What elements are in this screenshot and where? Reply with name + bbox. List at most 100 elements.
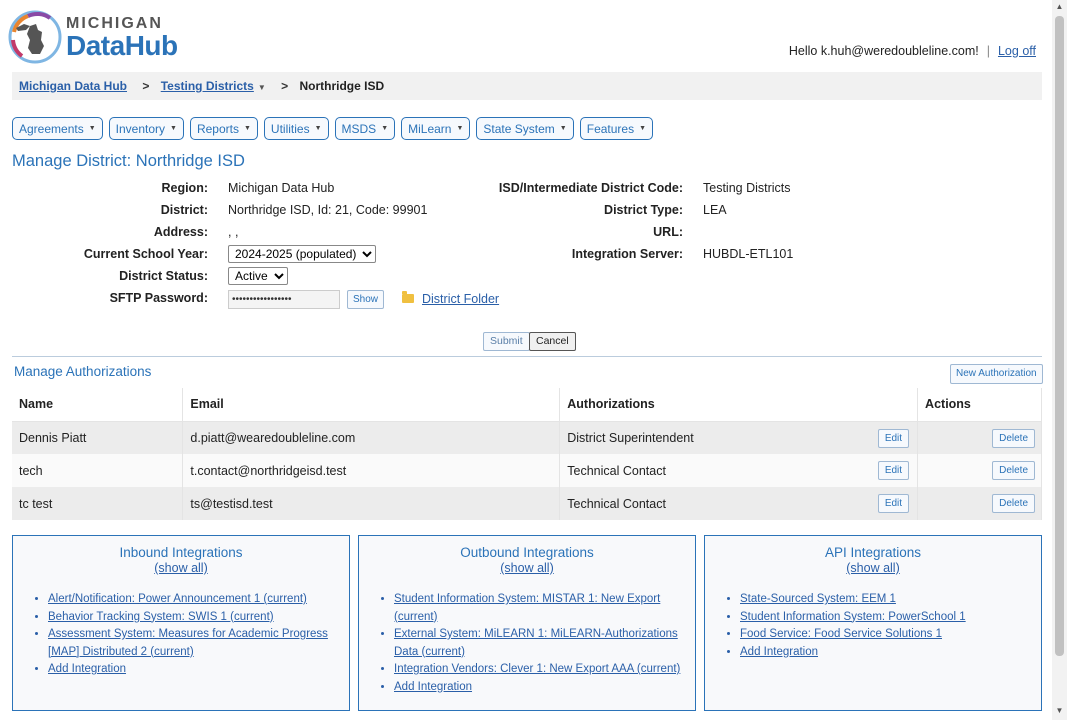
scrollbar-thumb[interactable] — [1055, 16, 1064, 656]
chevron-down-icon: ▼ — [314, 125, 322, 132]
district-form: Region: Michigan Data Hub ISD/Intermedia… — [0, 178, 1052, 310]
chevron-down-icon[interactable]: ▼ — [258, 83, 266, 92]
chevron-down-icon: ▼ — [639, 125, 647, 132]
list-item: State-Sourced System: EEM 1 — [740, 591, 1041, 609]
submit-button[interactable]: Submit — [483, 332, 530, 351]
cell-actions: Delete — [917, 487, 1042, 520]
michigan-map-icon — [8, 10, 62, 64]
form-row-district: District: Northridge ISD, Id: 21, Code: … — [0, 200, 1052, 220]
outbound-integrations-title: Outbound Integrations — [460, 545, 594, 560]
cell-authorizations: Technical Contact Edit — [559, 454, 919, 487]
integration-panels: Inbound Integrations (show all) Alert/No… — [12, 535, 1042, 711]
integration-link[interactable]: Behavior Tracking System: SWIS 1 (curren… — [48, 611, 274, 623]
menu-state-system[interactable]: State System ▼ — [476, 117, 574, 140]
api-integrations-list: State-Sourced System: EEM 1 Student Info… — [705, 591, 1041, 661]
column-header-authorizations: Authorizations — [559, 388, 919, 422]
outbound-show-all-link[interactable]: (show all) — [359, 561, 695, 575]
edit-button[interactable]: Edit — [877, 428, 910, 448]
authorization-text: District Superintendent — [567, 430, 694, 445]
inbound-integrations-title: Inbound Integrations — [119, 545, 243, 560]
edit-button[interactable]: Edit — [877, 494, 910, 513]
greeting-text: Hello k.huh@weredoubleline.com! — [788, 44, 979, 58]
menu-label: Features — [586, 121, 635, 136]
chevron-down-icon: ▼ — [381, 125, 389, 132]
isd-label: ISD/Intermediate District Code: — [498, 181, 683, 195]
district-folder-link[interactable]: District Folder — [422, 292, 499, 306]
column-header-email: Email — [182, 388, 561, 422]
form-row-region: Region: Michigan Data Hub ISD/Intermedia… — [0, 178, 1052, 198]
url-label: URL: — [653, 225, 683, 239]
integration-link[interactable]: Assessment System: Measures for Academic… — [48, 628, 328, 658]
cell-authorizations: Technical Contact Edit — [559, 487, 919, 520]
menu-reports[interactable]: Reports ▼ — [189, 117, 258, 140]
authorization-text: Technical Contact — [567, 463, 666, 478]
sftp-password-label: SFTP Password: — [109, 291, 208, 305]
cell-email: d.piatt@wearedoubleline.com — [182, 421, 561, 454]
integration-link[interactable]: External System: MiLEARN 1: MiLEARN-Auth… — [394, 628, 678, 658]
menu-label: MSDS — [341, 121, 377, 136]
column-header-actions: Actions — [917, 388, 1042, 422]
chevron-down-icon: ▼ — [243, 125, 251, 132]
cell-email: ts@testisd.test — [182, 487, 561, 520]
integration-server-label: Integration Server: — [571, 247, 683, 261]
district-folder-area: District Folder — [402, 290, 499, 309]
cell-email: t.contact@northridgeisd.test — [182, 454, 561, 487]
chevron-down-icon: ▼ — [456, 125, 464, 132]
michigan-datahub-logo[interactable]: MICHIGAN DataHub — [8, 8, 178, 64]
menu-label: Agreements — [19, 121, 84, 136]
breadcrumb-root-link[interactable]: Michigan Data Hub — [19, 79, 127, 93]
integration-link[interactable]: Integration Vendors: Clever 1: New Expor… — [394, 663, 680, 675]
menu-features[interactable]: Features ▼ — [579, 117, 654, 140]
api-show-all-link[interactable]: (show all) — [705, 561, 1041, 575]
table-row: tech t.contact@northridgeisd.test Techni… — [12, 454, 1042, 487]
integration-link[interactable]: Student Information System: PowerSchool … — [740, 611, 966, 623]
authorization-text: Technical Contact — [567, 496, 666, 511]
add-integration-link[interactable]: Add Integration — [48, 663, 126, 675]
menu-utilities[interactable]: Utilities ▼ — [263, 117, 329, 140]
add-integration-link[interactable]: Add Integration — [740, 646, 818, 658]
inbound-integrations-list: Alert/Notification: Power Announcement 1… — [13, 591, 349, 679]
sftp-password-input[interactable]: ••••••••••••••••• — [228, 290, 340, 309]
manage-authorizations-title: Manage Authorizations — [14, 364, 152, 379]
breadcrumb: Michigan Data Hub > Testing Districts ▼ >… — [12, 72, 1042, 100]
menu-inventory[interactable]: Inventory ▼ — [108, 117, 184, 140]
inbound-show-all-link[interactable]: (show all) — [13, 561, 349, 575]
cancel-button[interactable]: Cancel — [529, 332, 576, 351]
district-type-label: District Type: — [604, 203, 683, 217]
delete-button[interactable]: Delete — [992, 461, 1035, 480]
show-password-button[interactable]: Show — [347, 290, 385, 309]
scroll-down-arrow-icon[interactable]: ▼ — [1052, 706, 1067, 718]
integration-link[interactable]: Alert/Notification: Power Announcement 1… — [48, 593, 307, 605]
menu-agreements[interactable]: Agreements ▼ — [12, 117, 103, 140]
list-item: Alert/Notification: Power Announcement 1… — [48, 591, 349, 609]
list-item: Add Integration — [394, 679, 695, 697]
menu-milearn[interactable]: MiLearn ▼ — [401, 117, 471, 140]
breadcrumb-separator: > — [142, 79, 150, 93]
page-scrollbar[interactable]: ▲ ▼ — [1052, 0, 1067, 720]
outbound-integrations-list: Student Information System: MISTAR 1: Ne… — [359, 591, 695, 696]
breadcrumb-testing-districts-link[interactable]: Testing Districts — [161, 79, 254, 93]
district-status-label: District Status: — [119, 269, 208, 283]
list-item: Student Information System: PowerSchool … — [740, 609, 1041, 627]
form-row-status: District Status: Active — [0, 266, 400, 286]
menu-msds[interactable]: MSDS ▼ — [334, 117, 396, 140]
delete-button[interactable]: Delete — [992, 428, 1035, 448]
scroll-up-arrow-icon[interactable]: ▲ — [1052, 2, 1067, 14]
form-row-sftp: SFTP Password: — [0, 288, 400, 308]
menu-label: State System — [483, 121, 555, 136]
table-row: tc test ts@testisd.test Technical Contac… — [12, 487, 1042, 520]
integration-link[interactable]: Student Information System: MISTAR 1: Ne… — [394, 593, 660, 623]
district-status-select[interactable]: Active — [228, 267, 288, 285]
list-item: Behavior Tracking System: SWIS 1 (curren… — [48, 609, 349, 627]
integration-link[interactable]: Food Service: Food Service Solutions 1 — [740, 628, 942, 640]
edit-button[interactable]: Edit — [877, 461, 910, 480]
list-item: Integration Vendors: Clever 1: New Expor… — [394, 661, 695, 679]
api-integrations-panel: API Integrations (show all) State-Source… — [704, 535, 1042, 711]
new-authorization-button[interactable]: New Authorization — [950, 364, 1043, 384]
integration-link[interactable]: State-Sourced System: EEM 1 — [740, 593, 896, 605]
delete-button[interactable]: Delete — [992, 494, 1035, 513]
logoff-link[interactable]: Log off — [998, 44, 1036, 58]
menu-label: Utilities — [270, 121, 310, 136]
add-integration-link[interactable]: Add Integration — [394, 681, 472, 693]
table-row: Dennis Piatt d.piatt@wearedoubleline.com… — [12, 421, 1042, 454]
